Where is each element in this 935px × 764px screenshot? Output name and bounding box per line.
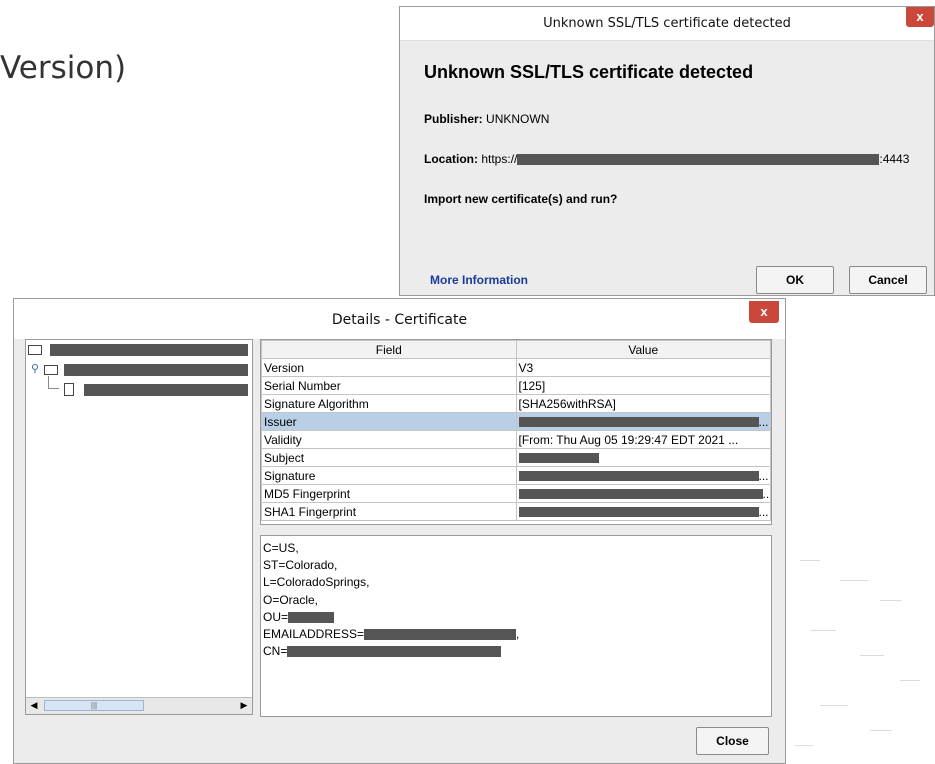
import-question: Import new certificate(s) and run? bbox=[424, 192, 618, 206]
email-trail: , bbox=[516, 626, 520, 641]
ou-redacted bbox=[288, 612, 335, 624]
publisher-row: Publisher: UNKNOWN bbox=[424, 112, 549, 126]
email-label: EMAILADDRESS= bbox=[263, 626, 365, 641]
table-row[interactable]: Version V3 bbox=[261, 358, 771, 377]
location-suffix: :4443 bbox=[879, 152, 910, 166]
scroll-left-icon[interactable]: ◀ bbox=[27, 699, 41, 712]
value-redacted bbox=[518, 507, 759, 518]
location-prefix: https:// bbox=[481, 152, 518, 166]
field-cell: SHA1 Fingerprint bbox=[261, 502, 517, 521]
decorative-dash bbox=[840, 580, 868, 581]
table-row[interactable]: Signature ... bbox=[261, 466, 771, 485]
decorative-dash bbox=[870, 730, 892, 731]
tree-connector bbox=[48, 376, 59, 389]
table-row-selected[interactable]: Issuer ... bbox=[261, 412, 771, 431]
cn-redacted bbox=[287, 646, 502, 658]
more-information-link[interactable]: More Information bbox=[430, 273, 528, 287]
folder-icon bbox=[28, 345, 42, 355]
scroll-right-icon[interactable]: ▶ bbox=[237, 699, 251, 712]
table-row[interactable]: MD5 Fingerprint ... bbox=[261, 484, 771, 503]
value-redacted bbox=[518, 453, 599, 464]
table-row[interactable]: SHA1 Fingerprint ... bbox=[261, 502, 771, 521]
detail-line-org-unit: OU= bbox=[263, 609, 771, 626]
decorative-dash bbox=[880, 600, 902, 601]
ssl-dialog-close-icon[interactable]: x bbox=[906, 7, 934, 27]
certificate-tree[interactable]: ⚲ ◀ ||| ▶ bbox=[25, 339, 253, 715]
ssl-dialog-title: Unknown SSL/TLS certificate detected bbox=[543, 16, 791, 31]
column-header-value[interactable]: Value bbox=[515, 340, 771, 359]
field-cell: Signature Algorithm bbox=[261, 394, 517, 413]
background-page-title: Version) bbox=[0, 50, 127, 86]
tree-expander-icon[interactable]: ⚲ bbox=[31, 362, 39, 375]
email-redacted bbox=[364, 629, 517, 641]
value-redacted bbox=[518, 417, 759, 428]
tree-horizontal-scrollbar[interactable]: ◀ ||| ▶ bbox=[26, 697, 252, 714]
publisher-value: UNKNOWN bbox=[486, 112, 550, 126]
publisher-label: Publisher: bbox=[424, 112, 483, 126]
scrollbar-thumb[interactable]: ||| bbox=[44, 700, 144, 711]
field-cell: Issuer bbox=[261, 412, 517, 431]
value-cell: ... bbox=[515, 484, 771, 503]
table-row[interactable]: Signature Algorithm [SHA256withRSA] bbox=[261, 394, 771, 413]
decorative-dash bbox=[820, 705, 848, 706]
table-row[interactable]: Subject bbox=[261, 448, 771, 467]
detail-line-country: C=US, bbox=[263, 541, 299, 555]
field-cell: Signature bbox=[261, 466, 517, 485]
decorative-dash bbox=[800, 560, 820, 561]
certificate-fields-table[interactable]: Field Value Version V3 Serial Number [12… bbox=[260, 339, 772, 525]
tree-node-root[interactable] bbox=[28, 342, 248, 358]
close-button[interactable]: Close bbox=[696, 727, 769, 755]
field-cell: Serial Number bbox=[261, 376, 517, 395]
field-cell: Subject bbox=[261, 448, 517, 467]
ssl-dialog-heading: Unknown SSL/TLS certificate detected bbox=[424, 62, 754, 82]
ok-button[interactable]: OK bbox=[756, 266, 834, 294]
ou-label: OU= bbox=[263, 609, 289, 624]
tree-node-redacted bbox=[84, 384, 248, 396]
value-cell: ... bbox=[515, 412, 771, 431]
details-dialog-close-icon[interactable]: x bbox=[749, 301, 779, 323]
detail-line-common-name: CN= bbox=[263, 643, 771, 660]
field-cell: MD5 Fingerprint bbox=[261, 484, 517, 503]
decorative-dash bbox=[900, 680, 920, 681]
file-icon bbox=[64, 383, 74, 396]
value-cell: [From: Thu Aug 05 19:29:47 EDT 2021 ... bbox=[515, 430, 771, 449]
tree-node-leaf[interactable] bbox=[28, 376, 248, 398]
value-cell bbox=[515, 448, 771, 467]
value-cell: V3 bbox=[515, 358, 771, 377]
details-dialog-title: Details - Certificate bbox=[331, 312, 468, 328]
certificate-detail-text[interactable]: C=US, ST=Colorado, L=ColoradoSprings, O=… bbox=[260, 535, 772, 717]
value-cell: ... bbox=[515, 502, 771, 521]
value-redacted bbox=[518, 471, 759, 482]
tree-node-child[interactable]: ⚲ bbox=[28, 362, 248, 378]
table-row[interactable]: Serial Number [125] bbox=[261, 376, 771, 395]
certificate-details-dialog: Details - Certificate x ⚲ ◀ ||| ▶ Field … bbox=[13, 298, 786, 764]
detail-line-organization: O=Oracle, bbox=[263, 592, 319, 607]
ssl-dialog-titlebar[interactable]: Unknown SSL/TLS certificate detected x bbox=[400, 7, 934, 41]
value-cell: [SHA256withRSA] bbox=[515, 394, 771, 413]
value-cell: [125] bbox=[515, 376, 771, 395]
location-row: Location: https:// :4443 bbox=[424, 152, 909, 166]
details-dialog-titlebar[interactable]: Details - Certificate x bbox=[14, 299, 785, 339]
decorative-dash bbox=[810, 630, 836, 631]
ssl-warning-dialog: Unknown SSL/TLS certificate detected x U… bbox=[399, 6, 935, 296]
decorative-dash bbox=[860, 655, 884, 656]
field-cell: Version bbox=[261, 358, 517, 377]
tree-node-redacted bbox=[50, 344, 248, 356]
cancel-button[interactable]: Cancel bbox=[849, 266, 927, 294]
decorative-dash bbox=[795, 745, 813, 746]
value-redacted bbox=[518, 489, 763, 500]
detail-line-locality: L=ColoradoSprings, bbox=[263, 575, 370, 590]
table-row[interactable]: Validity [From: Thu Aug 05 19:29:47 EDT … bbox=[261, 430, 771, 449]
field-cell: Validity bbox=[261, 430, 517, 449]
detail-line-state: ST=Colorado, bbox=[263, 558, 338, 573]
column-header-field[interactable]: Field bbox=[261, 340, 517, 359]
tree-node-redacted bbox=[64, 364, 248, 376]
value-cell: ... bbox=[515, 466, 771, 485]
folder-icon bbox=[44, 365, 58, 375]
location-redacted bbox=[517, 154, 880, 166]
cn-label: CN= bbox=[263, 644, 288, 659]
location-label: Location: bbox=[424, 152, 478, 166]
detail-line-email: EMAILADDRESS=, bbox=[263, 626, 771, 643]
